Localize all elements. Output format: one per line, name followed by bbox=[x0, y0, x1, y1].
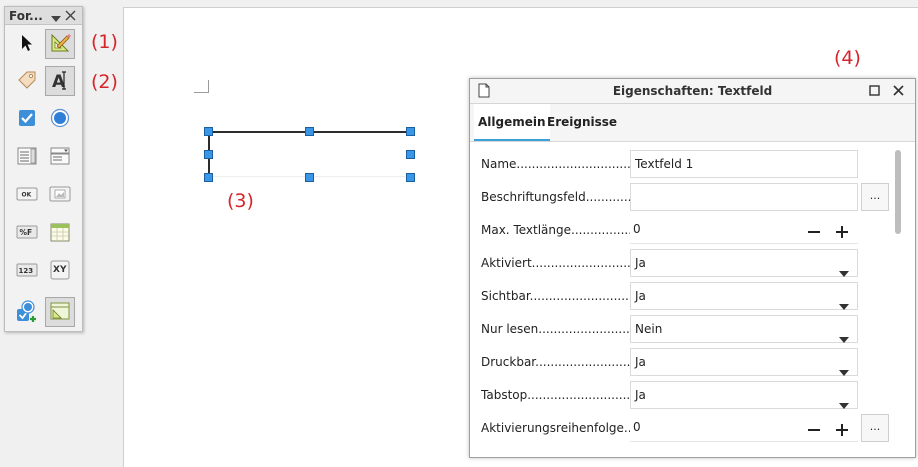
property-row-tabstop: Tabstop.................................… bbox=[470, 380, 900, 410]
text-box-icon: A bbox=[49, 69, 71, 94]
table-control-icon: XY bbox=[49, 259, 71, 284]
resize-handle[interactable] bbox=[204, 127, 213, 136]
more-controls-button[interactable] bbox=[12, 297, 42, 327]
more-controls-icon bbox=[15, 299, 39, 326]
tabstop-dropdown[interactable]: Ja bbox=[630, 381, 858, 409]
tab-order-value: 0 bbox=[633, 420, 641, 434]
tab-ereignisse[interactable]: Ereignisse bbox=[543, 104, 621, 141]
annotation-2: (2) bbox=[91, 71, 118, 93]
name-field[interactable]: Textfeld 1 bbox=[630, 150, 858, 178]
design-mode-button[interactable] bbox=[45, 29, 75, 59]
toolbar-titlebar[interactable]: For... bbox=[5, 7, 82, 25]
svg-text:XY: XY bbox=[53, 265, 67, 275]
date-field-button[interactable] bbox=[45, 218, 75, 248]
property-label: Aktivierungsreihenfolge..... bbox=[481, 421, 643, 435]
resize-handle[interactable] bbox=[305, 173, 314, 182]
property-row-visible: Sichtbar................................… bbox=[470, 281, 900, 311]
read-only-dropdown[interactable]: Nein bbox=[630, 315, 858, 343]
dialog-tabs: Allgemein Ereignisse bbox=[470, 104, 915, 142]
dialog-title: Eigenschaften: Textfeld bbox=[612, 84, 773, 98]
toolbar-title: For... bbox=[9, 9, 43, 23]
plus-icon[interactable] bbox=[835, 222, 849, 248]
enabled-dropdown[interactable]: Ja bbox=[630, 249, 858, 277]
printable-value: Ja bbox=[635, 355, 646, 369]
text-box-button[interactable]: A bbox=[45, 66, 75, 96]
printable-dropdown[interactable]: Ja bbox=[630, 348, 858, 376]
max-length-value: 0 bbox=[633, 222, 641, 236]
selected-text-field[interactable] bbox=[204, 127, 415, 182]
formatted-field-button[interactable]: %F bbox=[12, 218, 42, 248]
text-boundary-corner bbox=[194, 80, 209, 93]
design-mode-icon bbox=[49, 32, 71, 57]
read-only-value: Nein bbox=[635, 322, 663, 336]
numerical-field-button[interactable]: 123 bbox=[12, 256, 42, 286]
date-field-icon bbox=[49, 221, 71, 246]
minus-icon[interactable] bbox=[807, 222, 821, 248]
combo-box-button[interactable] bbox=[45, 142, 75, 172]
close-icon[interactable] bbox=[893, 85, 904, 99]
property-row-name: Name....................................… bbox=[470, 149, 900, 179]
option-button-icon bbox=[50, 108, 70, 131]
tab-allgemein[interactable]: Allgemein bbox=[474, 104, 550, 141]
table-control-button[interactable]: XY bbox=[45, 256, 75, 286]
option-button[interactable] bbox=[45, 104, 75, 134]
enabled-value: Ja bbox=[635, 256, 646, 270]
form-design-button[interactable] bbox=[45, 297, 75, 327]
svg-text:%F: %F bbox=[20, 228, 33, 237]
annotation-3: (3) bbox=[227, 190, 254, 212]
resize-handle[interactable] bbox=[406, 173, 415, 182]
minus-icon[interactable] bbox=[807, 420, 821, 446]
tab-order-stepper[interactable]: 0 bbox=[630, 414, 858, 442]
list-box-button[interactable] bbox=[12, 142, 42, 172]
label-field-browse-button[interactable]: ... bbox=[861, 183, 889, 211]
list-box-icon bbox=[16, 145, 38, 170]
maximize-icon[interactable] bbox=[869, 85, 880, 99]
control-properties-button[interactable] bbox=[12, 66, 42, 96]
resize-handle[interactable] bbox=[305, 127, 314, 136]
resize-handle[interactable] bbox=[204, 150, 213, 159]
push-button[interactable]: OK bbox=[12, 180, 42, 210]
annotation-4: (4) bbox=[834, 47, 861, 69]
dialog-titlebar[interactable]: Eigenschaften: Textfeld bbox=[470, 79, 915, 104]
max-length-stepper[interactable]: 0 bbox=[630, 216, 858, 244]
properties-dialog: Eigenschaften: Textfeld Allgemein Ereign… bbox=[469, 78, 916, 458]
resize-handle[interactable] bbox=[406, 150, 415, 159]
control-properties-icon bbox=[16, 69, 38, 94]
form-controls-toolbar: For... A OK %F 123 XY bbox=[4, 6, 83, 332]
check-box-button[interactable] bbox=[12, 104, 42, 134]
numerical-field-icon: 123 bbox=[16, 263, 38, 280]
annotation-1: (1) bbox=[91, 31, 118, 53]
property-row-tab-order: Aktivierungsreihenfolge..... 0 ... bbox=[470, 413, 900, 443]
property-row-printable: Druckbar................................… bbox=[470, 347, 900, 377]
combo-box-icon bbox=[49, 145, 71, 170]
toolbar-menu-icon[interactable] bbox=[51, 12, 61, 26]
scrollbar[interactable] bbox=[895, 150, 901, 234]
image-button-icon bbox=[49, 185, 71, 206]
resize-handle[interactable] bbox=[406, 127, 415, 136]
pointer-select-icon bbox=[20, 34, 34, 55]
image-button[interactable] bbox=[45, 180, 75, 210]
form-design-icon bbox=[49, 300, 71, 325]
label-field-input[interactable] bbox=[630, 183, 858, 211]
visible-dropdown[interactable]: Ja bbox=[630, 282, 858, 310]
tabstop-value: Ja bbox=[635, 388, 646, 402]
svg-text:OK: OK bbox=[22, 191, 32, 198]
property-row-label-field: Beschriftungsfeld.................... ..… bbox=[470, 182, 900, 212]
toolbar-close-icon[interactable] bbox=[65, 10, 76, 24]
check-box-icon bbox=[18, 109, 36, 130]
property-label: Max. Textlänge...................... bbox=[481, 223, 655, 237]
resize-handle[interactable] bbox=[204, 173, 213, 182]
push-button-icon: OK bbox=[16, 187, 38, 204]
property-row-read-only: Nur lesen...............................… bbox=[470, 314, 900, 344]
property-row-enabled: Aktiviert...............................… bbox=[470, 248, 900, 278]
svg-text:123: 123 bbox=[19, 267, 34, 275]
property-row-max-length: Max. Textlänge...................... 0 bbox=[470, 215, 900, 245]
plus-icon[interactable] bbox=[835, 420, 849, 446]
tab-order-browse-button[interactable]: ... bbox=[861, 414, 889, 442]
formatted-field-icon: %F bbox=[16, 225, 38, 242]
visible-value: Ja bbox=[635, 289, 646, 303]
select-button[interactable] bbox=[12, 29, 42, 59]
